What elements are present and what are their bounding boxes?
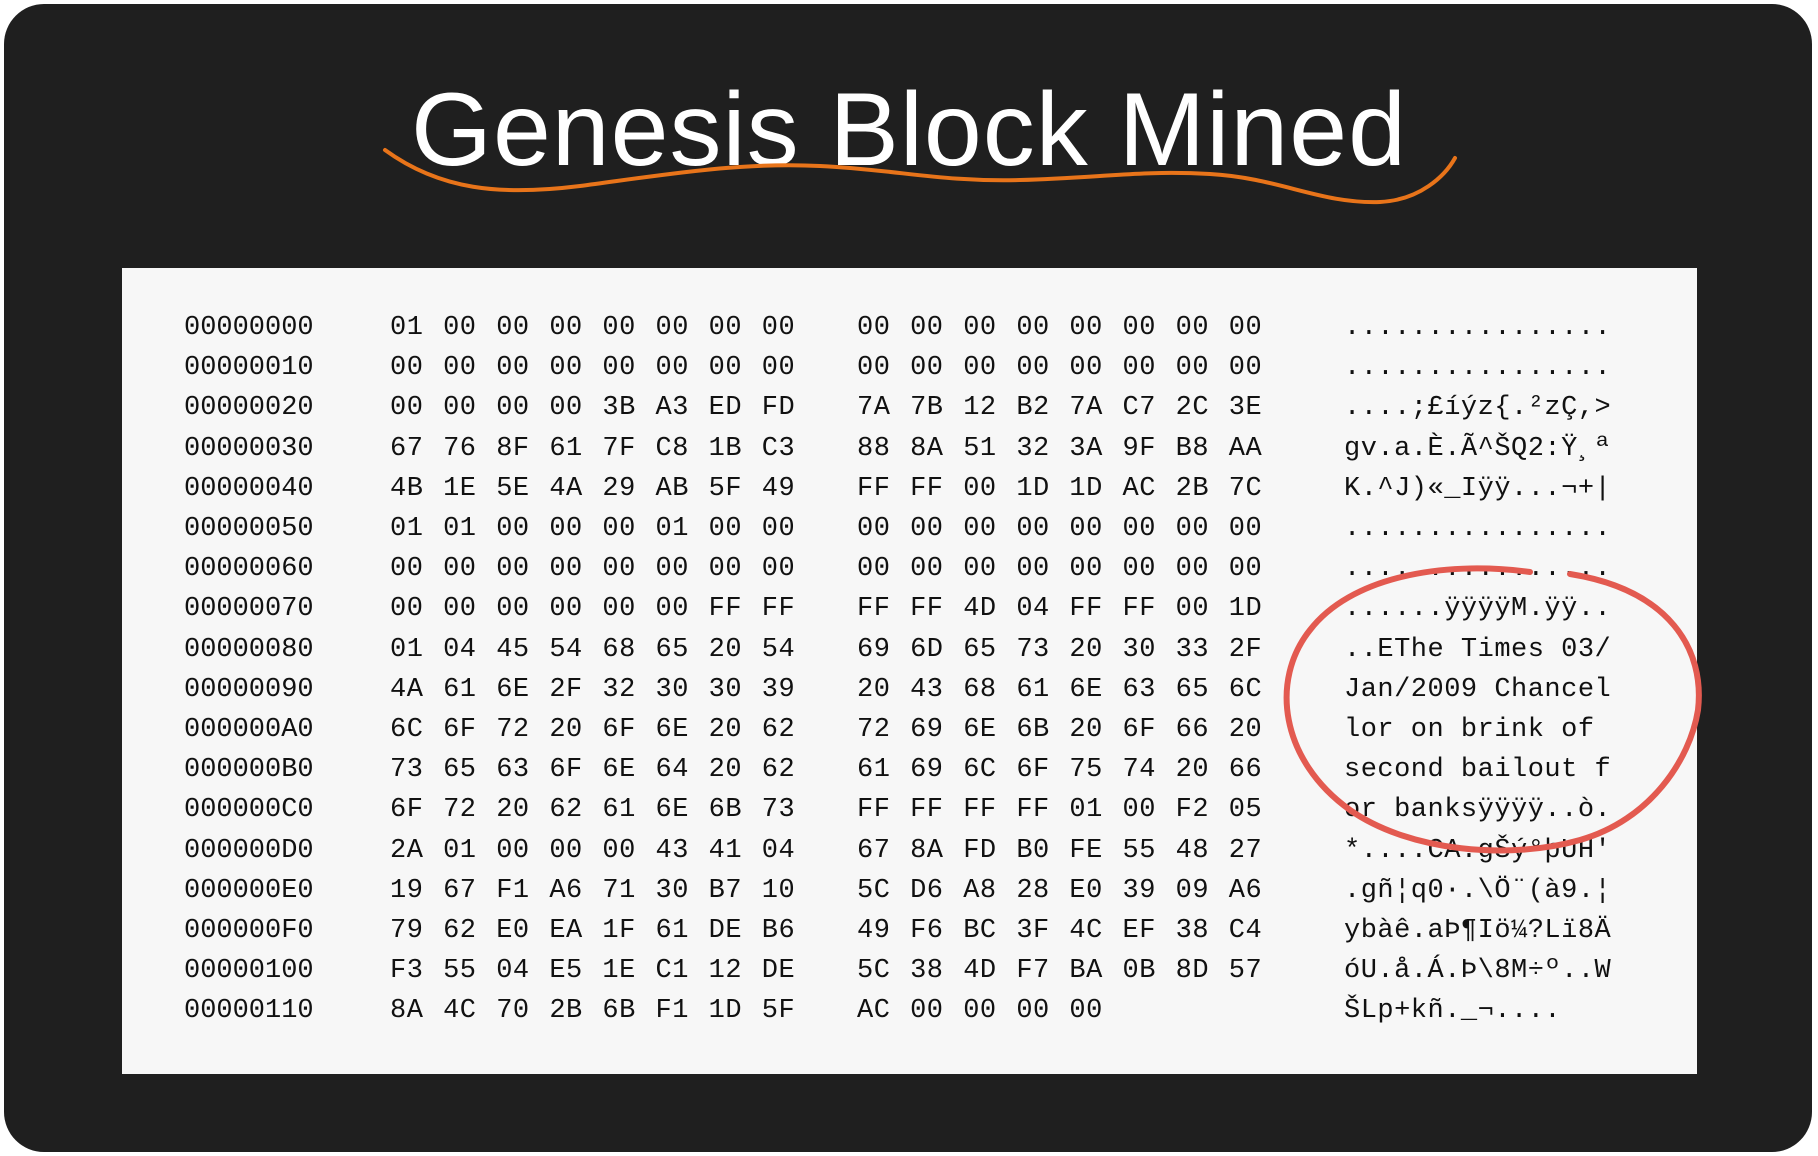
hex-ascii: K.^J)«_Iÿÿ...¬+|: [1344, 473, 1612, 504]
hex-bytes-left: 19 67 F1 A6 71 30 B7 10: [390, 875, 796, 906]
hex-offset: 00000100: [184, 956, 314, 987]
hex-bytes-right: 69 6D 65 73 20 30 33 2F: [857, 634, 1263, 665]
hex-offset: 000000A0: [184, 715, 314, 745]
hex-bytes-right: 00 00 00 00 00 00 00 00: [857, 313, 1263, 343]
hex-bytes-left: 67 76 8F 61 7F C8 1B C3: [390, 433, 796, 464]
hex-bytes-left: 2A 01 00 00 00 43 41 04: [390, 835, 796, 866]
hex-row: 00000110 8A 4C 70 2B 6B F1 1D 5F AC 00 00 …: [122, 991, 1697, 1031]
hex-offset: 000000F0: [184, 916, 314, 946]
hex-bytes-right: 20 43 68 61 6E 63 65 6C: [857, 674, 1263, 705]
hex-row: 00000100 F3 55 04 E5 1E C1 12 DE 5C 38 4D …: [122, 951, 1697, 991]
hex-bytes-left: 4A 61 6E 2F 32 30 30 39: [390, 674, 796, 705]
hex-bytes-right: 88 8A 51 32 3A 9F B8 AA: [857, 433, 1263, 464]
hex-bytes-right: 7A 7B 12 B2 7A C7 2C 3E: [857, 393, 1263, 424]
hex-row: 00000020 00 00 00 00 3B A3 ED FD 7A 7B 12 …: [122, 388, 1697, 428]
hex-ascii: ................: [1344, 313, 1612, 343]
hex-offset: 00000090: [184, 674, 314, 705]
hex-offset: 000000E0: [184, 875, 314, 906]
hex-bytes-left: 00 00 00 00 00 00 00 00: [390, 353, 796, 384]
hex-bytes-right: 00 00 00 00 00 00 00 00: [857, 554, 1263, 585]
hex-bytes-left: 01 04 45 54 68 65 20 54: [390, 634, 796, 665]
hex-bytes-right: 5C D6 A8 28 E0 39 09 A6: [857, 875, 1263, 906]
hex-offset: 000000B0: [184, 755, 314, 786]
hex-bytes-right: 72 69 6E 6B 20 6F 66 20: [857, 715, 1263, 745]
hex-offset: 00000020: [184, 393, 314, 424]
hex-bytes-right: 00 00 00 00 00 00 00 00: [857, 353, 1263, 384]
hex-bytes-left: 00 00 00 00 3B A3 ED FD: [390, 393, 796, 424]
hex-bytes-left: 00 00 00 00 00 00 FF FF: [390, 594, 796, 625]
title-underline-squiggle: [383, 148, 1457, 205]
hex-ascii: ....;£íýz{.²zÇ,>: [1344, 393, 1612, 424]
hex-bytes-left: F3 55 04 E5 1E C1 12 DE: [390, 956, 796, 987]
hex-offset: 000000D0: [184, 835, 314, 866]
hex-bytes-left: 73 65 63 6F 6E 64 20 62: [390, 755, 796, 786]
hex-offset: 00000110: [184, 996, 314, 1027]
hex-row: 000000E0 19 67 F1 A6 71 30 B7 10 5C D6 A8 …: [122, 871, 1697, 911]
highlight-circle: [1283, 565, 1702, 854]
hex-bytes-left: 01 01 00 00 00 01 00 00: [390, 514, 796, 544]
hex-bytes-right: FF FF 00 1D 1D AC 2B 7C: [857, 473, 1263, 504]
hex-ascii: gv.a.È.Ã^ŠQ2:Ÿ¸ª: [1344, 433, 1612, 464]
hex-offset: 00000080: [184, 634, 314, 665]
hex-bytes-left: 00 00 00 00 00 00 00 00: [390, 554, 796, 585]
hex-offset: 00000050: [184, 514, 314, 544]
hex-offset: 00000030: [184, 433, 314, 464]
hex-ascii: .gñ¦q0·.\Ö¨(à9.¦: [1344, 875, 1612, 906]
hex-row: 00000040 4B 1E 5E 4A 29 AB 5F 49 FF FF 00 …: [122, 469, 1697, 509]
hex-bytes-right: 61 69 6C 6F 75 74 20 66: [857, 755, 1263, 786]
hex-row: 000000F0 79 62 E0 EA 1F 61 DE B6 49 F6 BC …: [122, 911, 1697, 951]
hex-row: 00000000 01 00 00 00 00 00 00 00 00 00 00 …: [122, 308, 1697, 348]
hex-bytes-left: 4B 1E 5E 4A 29 AB 5F 49: [390, 473, 796, 504]
hex-row: 00000010 00 00 00 00 00 00 00 00 00 00 00 …: [122, 348, 1697, 388]
hex-bytes-right: AC 00 00 00 00: [857, 996, 1103, 1027]
hex-bytes-right: 00 00 00 00 00 00 00 00: [857, 514, 1263, 544]
hex-bytes-left: 6F 72 20 62 61 6E 6B 73: [390, 795, 796, 826]
hex-bytes-right: 49 F6 BC 3F 4C EF 38 C4: [857, 916, 1263, 946]
hex-offset: 00000060: [184, 554, 314, 585]
hex-offset: 00000010: [184, 353, 314, 384]
hex-bytes-left: 8A 4C 70 2B 6B F1 1D 5F: [390, 996, 796, 1027]
hex-row: 00000030 67 76 8F 61 7F C8 1B C3 88 8A 51 …: [122, 429, 1697, 469]
hex-ascii: ................: [1344, 353, 1612, 384]
hex-bytes-right: FF FF 4D 04 FF FF 00 1D: [857, 594, 1263, 625]
hex-bytes-right: FF FF FF FF 01 00 F2 05: [857, 795, 1263, 826]
hex-bytes-left: 6C 6F 72 20 6F 6E 20 62: [390, 715, 796, 745]
hex-ascii: óU.å.Á.Þ\8M÷º..W: [1344, 956, 1612, 987]
hex-ascii: ................: [1344, 514, 1612, 544]
hex-bytes-left: 79 62 E0 EA 1F 61 DE B6: [390, 916, 796, 946]
hex-offset: 00000070: [184, 594, 314, 625]
hex-ascii: ybàê.aÞ¶Iö¼?Lï8Ä: [1344, 916, 1612, 946]
hex-row: 00000050 01 01 00 00 00 01 00 00 00 00 00 …: [122, 509, 1697, 549]
hex-ascii: ŠLp+kñ._¬....: [1344, 996, 1562, 1027]
hex-bytes-right: 5C 38 4D F7 BA 0B 8D 57: [857, 956, 1263, 987]
hex-offset: 00000040: [184, 473, 314, 504]
hex-bytes-left: 01 00 00 00 00 00 00 00: [390, 313, 796, 343]
hex-offset: 000000C0: [184, 795, 314, 826]
hex-bytes-right: 67 8A FD B0 FE 55 48 27: [857, 835, 1263, 866]
hex-offset: 00000000: [184, 313, 314, 343]
